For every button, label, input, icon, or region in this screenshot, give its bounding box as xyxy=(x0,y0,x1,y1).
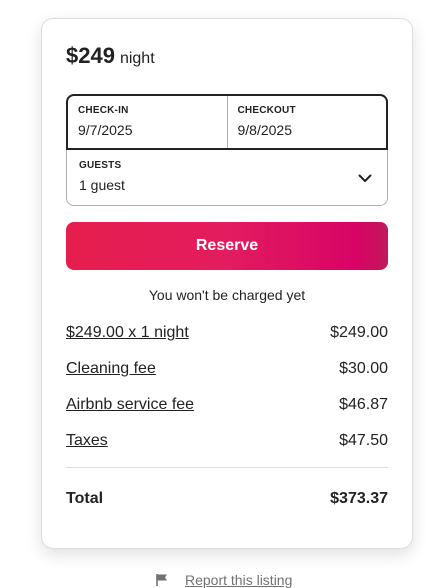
fee-amount-taxes: $47.50 xyxy=(339,432,388,449)
price-unit: night xyxy=(119,50,155,67)
reservation-picker: CHECK-IN 9/7/2025 CHECKOUT 9/8/2025 GUES… xyxy=(66,94,388,206)
booking-card: $249 night CHECK-IN 9/7/2025 CHECKOUT 9/… xyxy=(41,18,413,549)
price-row: $249 night xyxy=(66,43,388,73)
total-label: Total xyxy=(66,490,104,507)
fee-label-nightly[interactable]: $249.00 x 1 night xyxy=(66,324,189,342)
fee-amount-cleaning: $30.00 xyxy=(339,360,388,377)
fee-breakdown: $249.00 x 1 night $249.00 Cleaning fee $… xyxy=(66,323,388,451)
chevron-down-icon xyxy=(358,174,372,182)
fee-row-cleaning: Cleaning fee $30.00 xyxy=(66,359,388,379)
report-label: Report this listing xyxy=(185,572,293,588)
guests-dropdown[interactable]: GUESTS 1 guest xyxy=(66,148,388,206)
report-listing-link[interactable]: Report this listing xyxy=(155,572,292,588)
check-in-field[interactable]: CHECK-IN 9/7/2025 xyxy=(68,96,227,148)
date-picker: CHECK-IN 9/7/2025 CHECKOUT 9/8/2025 xyxy=(66,94,388,150)
checkout-value: 9/8/2025 xyxy=(237,122,293,138)
fee-label-taxes[interactable]: Taxes xyxy=(66,432,108,450)
divider xyxy=(66,467,388,468)
fee-row-service: Airbnb service fee $46.87 xyxy=(66,395,388,415)
fee-label-service[interactable]: Airbnb service fee xyxy=(66,396,194,414)
guests-label: GUESTS xyxy=(79,160,122,171)
total-row: Total $373.37 xyxy=(66,490,388,508)
reserve-button[interactable]: Reserve xyxy=(66,222,388,270)
fee-row-nightly: $249.00 x 1 night $249.00 xyxy=(66,323,388,343)
fee-label-cleaning[interactable]: Cleaning fee xyxy=(66,360,156,378)
fee-amount-service: $46.87 xyxy=(339,396,388,413)
flag-icon xyxy=(156,574,167,586)
guests-value: 1 guest xyxy=(79,177,125,193)
charge-note: You won't be charged yet xyxy=(148,287,306,303)
fee-row-taxes: Taxes $47.50 xyxy=(66,431,388,451)
nightly-price: $249 xyxy=(66,43,115,68)
fee-amount-nightly: $249.00 xyxy=(330,324,388,341)
checkout-field[interactable]: CHECKOUT 9/8/2025 xyxy=(226,96,387,148)
checkout-label: CHECKOUT xyxy=(237,105,296,116)
total-amount: $373.37 xyxy=(330,490,388,507)
check-in-label: CHECK-IN xyxy=(78,105,129,116)
check-in-value: 9/7/2025 xyxy=(78,122,133,138)
